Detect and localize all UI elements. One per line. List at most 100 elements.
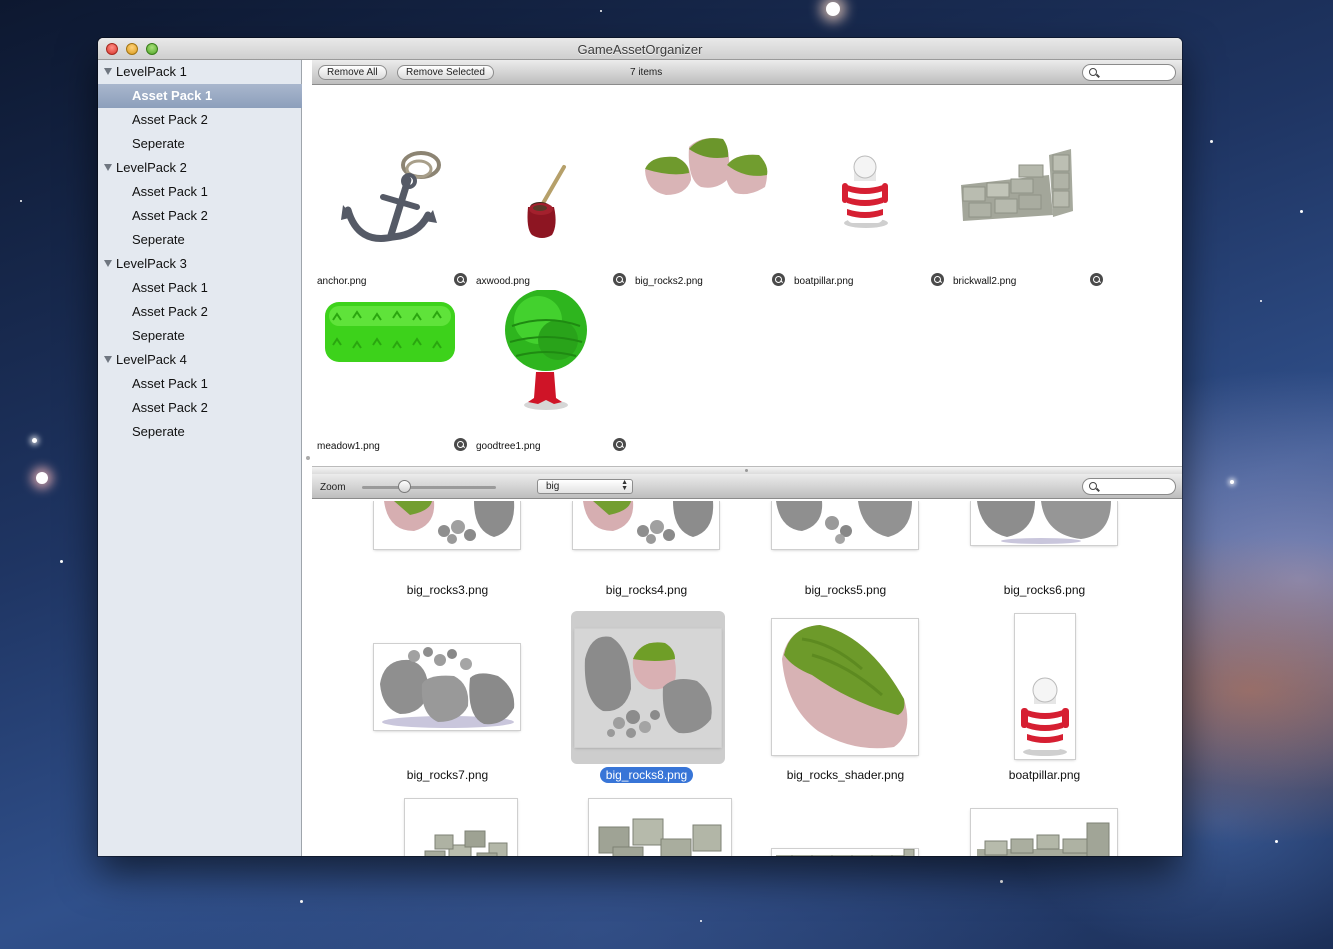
sidebar-item-label: Asset Pack 1 [132, 280, 208, 295]
browser-item-name: big_rocks6.png [1003, 583, 1086, 597]
sidebar-item-levelpack3-asset-pack-1[interactable]: Asset Pack 1 [98, 276, 302, 300]
stones-thumbnail [598, 818, 722, 856]
star [32, 438, 37, 443]
zoom-slider-thumb[interactable] [398, 480, 412, 493]
grid-item-meadow1[interactable]: meadow1.png [313, 290, 472, 455]
sidebar-group-label: LevelPack 2 [116, 160, 187, 175]
sidebar-item-levelpack2-seperate[interactable]: Seperate [98, 228, 302, 252]
sidebar-group-levelpack-2[interactable]: LevelPack 2 [98, 156, 302, 180]
browser-item-stone-wall[interactable] [945, 799, 1144, 856]
star [1300, 210, 1303, 213]
thumbnail-frame [374, 501, 520, 549]
star [1230, 480, 1234, 484]
browser-item-name: boatpillar.png [1008, 768, 1081, 782]
size-select-value: big [546, 481, 560, 492]
grid-item-brickwall2[interactable]: brickwall2.png [949, 125, 1108, 290]
quicklook-icon[interactable] [931, 273, 944, 286]
grid-item-filename: brickwall2.png [953, 276, 1017, 287]
quicklook-icon[interactable] [613, 438, 626, 451]
sidebar-item-levelpack3-asset-pack-2[interactable]: Asset Pack 2 [98, 300, 302, 324]
window-title: GameAssetOrganizer [577, 42, 703, 57]
quicklook-icon[interactable] [772, 273, 785, 286]
sidebar-item-label: Asset Pack 1 [132, 376, 208, 391]
sidebar-item-label: Seperate [132, 232, 185, 247]
quicklook-icon[interactable] [613, 273, 626, 286]
browser-item-name: big_rocks8.png [547, 767, 746, 783]
rocks-thumbnail [977, 501, 1111, 544]
grid-item-axwood[interactable]: axwood.png [472, 125, 631, 290]
sidebar-item-levelpack3-seperate[interactable]: Seperate [98, 324, 302, 348]
thumbnail-frame [971, 809, 1117, 856]
grid-item-filename: axwood.png [476, 276, 530, 287]
search-icon [1089, 68, 1097, 76]
bottom-search-input[interactable] [1082, 478, 1176, 495]
split-view-handle[interactable] [306, 456, 310, 460]
grid-item-big-rocks2[interactable]: big_rocks2.png [631, 125, 790, 290]
grid-item-boatpillar[interactable]: boatpillar.png [790, 125, 949, 290]
thumbnail-frame [772, 501, 918, 549]
sidebar-item-label: Asset Pack 2 [132, 400, 208, 415]
rocks-thumbnail [583, 501, 714, 544]
chevron-up-down-icon: ▲ ▼ [621, 479, 628, 492]
quicklook-icon[interactable] [1090, 273, 1103, 286]
thumbnail-frame [772, 619, 918, 755]
split-divider[interactable] [312, 466, 1182, 474]
title-bar[interactable]: GameAssetOrganizer [98, 38, 1182, 60]
disclosure-triangle-icon[interactable] [104, 164, 112, 171]
browser-item-stone-pile-small[interactable] [348, 799, 547, 856]
mossy-rocks-thumbnail [645, 138, 768, 195]
star [826, 2, 840, 16]
sidebar-group-levelpack-4[interactable]: LevelPack 4 [98, 348, 302, 372]
quicklook-icon[interactable] [454, 438, 467, 451]
browser-item-name: big_rocks3.png [406, 583, 489, 597]
zoom-slider[interactable] [362, 486, 496, 489]
star [36, 472, 48, 484]
sidebar-item-label: Asset Pack 1 [132, 184, 208, 199]
star [600, 10, 602, 12]
sidebar-item-levelpack1-asset-pack-2[interactable]: Asset Pack 2 [98, 108, 302, 132]
sidebar-item-levelpack4-seperate[interactable]: Seperate [98, 420, 302, 444]
sidebar-group-levelpack-1[interactable]: LevelPack 1 [98, 60, 302, 84]
browser-item-stone-wall-low[interactable] [746, 799, 945, 856]
sidebar-item-levelpack1-asset-pack-1[interactable]: Asset Pack 1 [98, 84, 302, 108]
sidebar-item-levelpack2-asset-pack-1[interactable]: Asset Pack 1 [98, 180, 302, 204]
thumbnail-frame [772, 849, 918, 856]
content-area: Remove All Remove Selected 7 items ancho… [312, 60, 1182, 856]
disclosure-triangle-icon[interactable] [104, 356, 112, 363]
size-select[interactable]: big ▲ ▼ [537, 479, 633, 494]
brickwall-thumbnail [961, 149, 1073, 221]
sidebar-group-label: LevelPack 1 [116, 64, 187, 79]
sidebar-item-levelpack1-seperate[interactable]: Seperate [98, 132, 302, 156]
remove-all-button[interactable]: Remove All [318, 65, 387, 80]
sidebar-item-levelpack4-asset-pack-2[interactable]: Asset Pack 2 [98, 396, 302, 420]
browser-item-stone-pile[interactable] [547, 799, 746, 856]
browser-item-big-rocks-shader[interactable]: big_rocks_shader.png [746, 611, 945, 797]
grid-item-anchor[interactable]: anchor.png [313, 125, 472, 290]
stone-wall-thumbnail [776, 849, 915, 856]
item-count-label: 7 items [630, 67, 663, 78]
zoom-toolbar: Zoom big ▲ ▼ [312, 474, 1182, 499]
disclosure-triangle-icon[interactable] [104, 68, 112, 75]
browser-item-big-rocks7[interactable]: big_rocks7.png [348, 611, 547, 797]
browser-item-name: big_rocks5.png [804, 583, 887, 597]
top-toolbar: Remove All Remove Selected 7 items [312, 60, 1182, 85]
disclosure-triangle-icon[interactable] [104, 260, 112, 267]
sidebar-group-levelpack-3[interactable]: LevelPack 3 [98, 252, 302, 276]
quicklook-icon[interactable] [454, 273, 467, 286]
grid-item-goodtree1[interactable]: goodtree1.png [472, 290, 631, 455]
sidebar: LevelPack 1 Asset Pack 1 Asset Pack 2 Se… [98, 60, 302, 856]
grid-item-filename: anchor.png [317, 276, 367, 287]
remove-selected-button[interactable]: Remove Selected [397, 65, 494, 80]
app-window: GameAssetOrganizer LevelPack 1 Asset Pac… [98, 38, 1182, 856]
sidebar-item-levelpack2-asset-pack-2[interactable]: Asset Pack 2 [98, 204, 302, 228]
browser-item-big-rocks8[interactable]: big_rocks8.png [547, 611, 746, 797]
browser-item-boatpillar[interactable]: boatpillar.png [945, 611, 1144, 797]
top-search-input[interactable] [1082, 64, 1176, 81]
star [1275, 840, 1278, 843]
stones-thumbnail [424, 830, 508, 856]
asset-grid-bottom: big_rocks3.png big_rocks4.png big_rocks5… [312, 501, 1182, 856]
grey-rocks-thumbnail [380, 647, 515, 728]
stone-wall-thumbnail [977, 822, 1110, 856]
thumbnail-frame [374, 644, 520, 730]
sidebar-item-levelpack4-asset-pack-1[interactable]: Asset Pack 1 [98, 372, 302, 396]
